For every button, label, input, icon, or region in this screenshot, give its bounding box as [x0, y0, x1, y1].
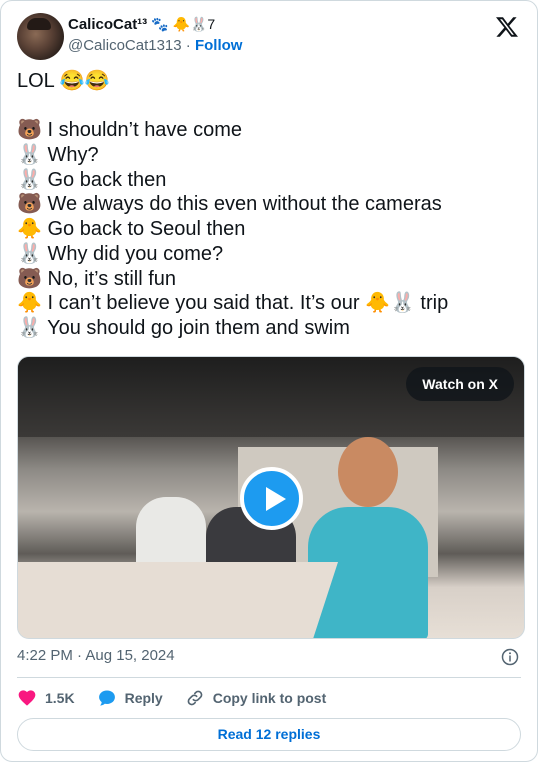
tweet-line: LOL 😂😂 [17, 70, 110, 92]
tweet-timestamp[interactable]: 4:22 PM · Aug 15, 2024 [17, 647, 175, 664]
read-replies-button[interactable]: Read 12 replies [17, 718, 521, 751]
tweet-line: 🐻 I shouldn’t have come [17, 119, 243, 142]
action-bar: 1.5K Reply Copy link to post [17, 687, 348, 709]
tweet-line: 🐥 I can’t believe you said that. It’s ou… [17, 292, 449, 315]
tweet-line: 🐻 We always do this even without the cam… [17, 193, 442, 216]
tweet-line: 🐰 Why did you come? [17, 242, 224, 265]
play-icon[interactable] [240, 467, 303, 530]
follow-link[interactable]: Follow [195, 37, 243, 54]
tweet-line-gap [17, 94, 521, 119]
tweet-line: 🐰 Go back then [17, 168, 167, 191]
video-scene-table [18, 562, 338, 638]
avatar[interactable] [17, 13, 64, 60]
heart-icon [18, 690, 36, 706]
handle-separator: · [185, 37, 191, 54]
watch-on-x-button[interactable]: Watch on X [406, 367, 514, 401]
display-name-row[interactable]: CalicoCat¹³ 🐾 🐥🐰7 [68, 16, 215, 33]
like-count: 1.5K [45, 690, 75, 706]
tweet-line: 🐻 No, it’s still fun [17, 267, 177, 290]
user-handle[interactable]: @CalicoCat1313 [68, 37, 182, 54]
copy-link-button[interactable]: Copy link to post [185, 688, 327, 708]
tweet-header: CalicoCat¹³ 🐾 🐥🐰7 @CalicoCat1313 · Follow [17, 13, 521, 61]
reply-label: Reply [124, 690, 163, 706]
handle-row: @CalicoCat1313 · Follow [68, 37, 242, 54]
info-icon[interactable] [501, 648, 519, 666]
like-button[interactable]: 1.5K [17, 688, 75, 708]
tweet-line: 🐥 Go back to Seoul then [17, 218, 246, 241]
divider [17, 677, 521, 678]
link-icon [187, 690, 203, 706]
reply-icon [98, 690, 115, 706]
video-thumbnail[interactable]: Watch on X [17, 356, 525, 639]
tweet-text: LOL 😂😂 🐻 I shouldn’t have come 🐰 Why? 🐰 … [17, 69, 521, 341]
video-scene-person-head [338, 437, 398, 507]
copy-link-label: Copy link to post [212, 690, 327, 706]
x-logo-icon[interactable] [495, 15, 519, 39]
display-name-emojis: 🐾 🐥🐰7 [151, 16, 216, 32]
tweet-card: CalicoCat¹³ 🐾 🐥🐰7 @CalicoCat1313 · Follow… [0, 0, 538, 762]
display-name[interactable]: CalicoCat¹³ [68, 16, 147, 33]
reply-button[interactable]: Reply [97, 688, 163, 708]
tweet-line: 🐰 You should go join them and swim [17, 316, 350, 339]
tweet-line: 🐰 Why? [17, 144, 99, 167]
